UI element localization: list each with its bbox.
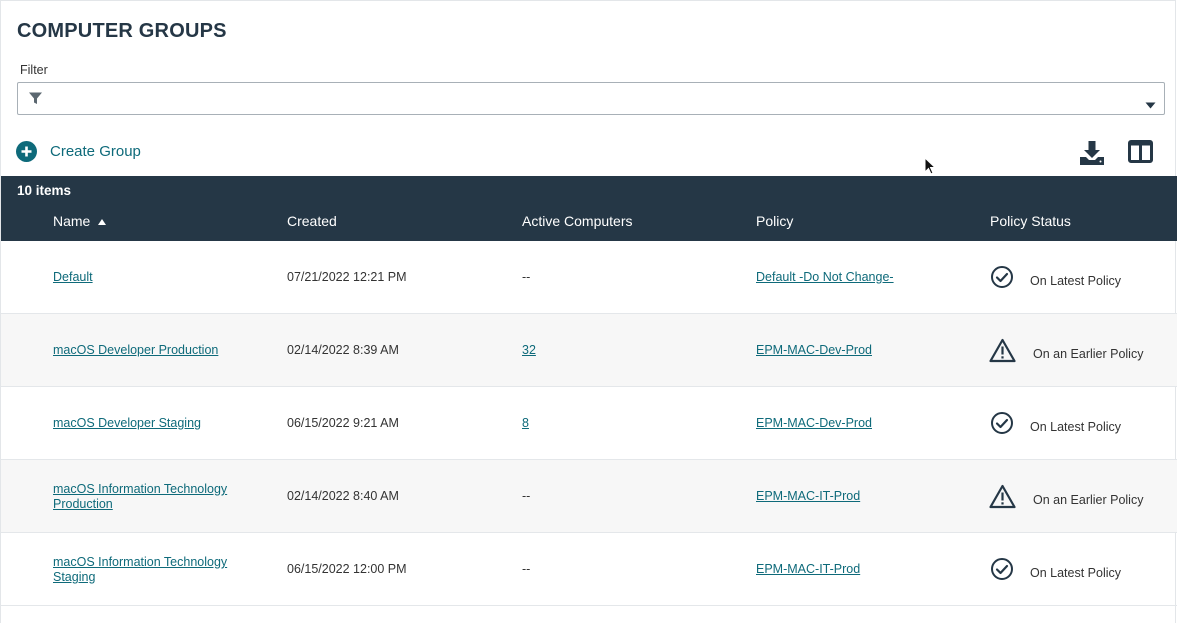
policy-status-text: On Latest Policy <box>1030 419 1122 434</box>
table-row: macOS Information Technology Production 0… <box>1 460 1177 533</box>
active-computers-value: -- <box>522 269 531 284</box>
policy-status-text: On an Earlier Policy <box>1033 492 1144 507</box>
page-title: COMPUTER GROUPS <box>17 20 227 42</box>
created-date: 06/15/2022 12:00 PM <box>287 561 407 576</box>
group-name-link[interactable]: macOS Information Technology Staging <box>53 555 238 585</box>
table-row: Default 07/21/2022 12:21 PM -- Default -Do … <box>1 241 1177 314</box>
funnel-icon <box>28 91 43 111</box>
group-name-link[interactable]: Default <box>53 270 238 285</box>
table-row: macOS Developer Production 02/14/2022 8:3… <box>1 314 1177 387</box>
policy-link[interactable]: Default -Do Not Change- <box>756 270 894 284</box>
table-row: macOS Information Technology Staging 06/1… <box>1 533 1177 606</box>
chevron-down-icon[interactable] <box>1145 96 1156 114</box>
add-circle-icon <box>16 141 37 162</box>
table-header: 10 items Name Created Active Computers P… <box>1 176 1177 241</box>
table-row: macOS Developer Staging 06/15/2022 9:21 A… <box>1 387 1177 460</box>
policy-link[interactable]: EPM-MAC-IT-Prod <box>756 562 860 576</box>
policy-link[interactable]: EPM-MAC-IT-Prod <box>756 489 860 503</box>
column-header-policy-status[interactable]: Policy Status <box>990 213 1071 229</box>
policy-link[interactable]: EPM-MAC-Dev-Prod <box>756 343 872 357</box>
column-header-created[interactable]: Created <box>287 213 337 229</box>
column-header-active-computers[interactable]: Active Computers <box>522 213 632 229</box>
warning-triangle-icon <box>989 338 1016 368</box>
created-date: 06/15/2022 9:21 AM <box>287 415 399 430</box>
active-computers-link[interactable]: 8 <box>522 416 529 430</box>
column-chooser-icon[interactable] <box>1128 140 1153 168</box>
filter-label: Filter <box>20 63 48 77</box>
policy-link[interactable]: EPM-MAC-Dev-Prod <box>756 416 872 430</box>
active-computers-value: -- <box>522 488 531 503</box>
active-computers-value: -- <box>522 561 531 576</box>
download-icon[interactable] <box>1079 140 1105 171</box>
policy-status-text: On an Earlier Policy <box>1033 346 1144 361</box>
check-circle-icon <box>990 411 1014 440</box>
active-computers-link[interactable]: 32 <box>522 343 536 357</box>
check-circle-icon <box>990 557 1014 586</box>
warning-triangle-icon <box>989 484 1016 514</box>
item-count: 10 items <box>17 183 72 198</box>
check-circle-icon <box>990 265 1014 294</box>
group-name-link[interactable]: macOS Developer Staging <box>53 416 238 431</box>
group-name-link[interactable]: macOS Information Technology Production <box>53 482 238 512</box>
policy-status-text: On Latest Policy <box>1030 565 1122 580</box>
filter-dropdown[interactable] <box>17 82 1165 115</box>
created-date: 02/14/2022 8:40 AM <box>287 488 399 503</box>
sort-ascending-icon <box>98 219 107 225</box>
column-header-policy[interactable]: Policy <box>756 213 793 229</box>
create-group-button[interactable]: Create Group <box>16 141 141 162</box>
column-header-name[interactable]: Name <box>53 213 107 229</box>
column-header-label: Name <box>53 213 91 229</box>
created-date: 02/14/2022 8:39 AM <box>287 342 399 357</box>
group-name-link[interactable]: macOS Developer Production <box>53 343 238 358</box>
create-group-label: Create Group <box>50 143 141 160</box>
created-date: 07/21/2022 12:21 PM <box>287 269 407 284</box>
policy-status-text: On Latest Policy <box>1030 273 1122 288</box>
